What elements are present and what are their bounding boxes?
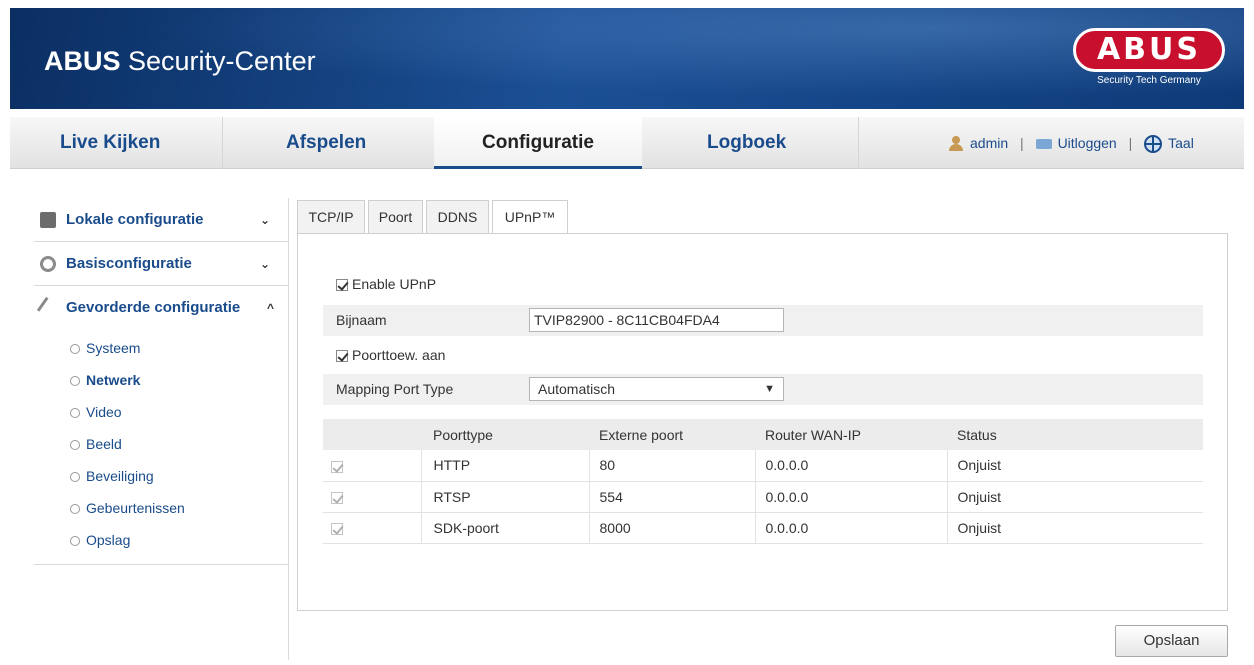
upnp-panel: Enable UPnP Bijnaam Poorttoew. aan Mappi… [297, 233, 1228, 611]
sidebar-sub-items: Systeem Netwerk Video Beeld Beveiliging … [34, 330, 288, 565]
status-cell: Onjuist [947, 481, 1203, 513]
port-type-cell: HTTP [421, 450, 590, 482]
status-cell: Onjuist [947, 450, 1203, 482]
nav-tab-log[interactable]: Logboek [707, 117, 786, 169]
port-type-cell: SDK-poort [421, 512, 590, 544]
wan-ip-cell: 0.0.0.0 [755, 450, 948, 482]
dropdown-arrow-icon: ▼ [764, 383, 775, 395]
chevron-down-icon: ⌄ [259, 213, 270, 227]
row-checkbox [331, 491, 343, 504]
table-row: SDK-poort 8000 0.0.0.0 Onjuist [323, 512, 1203, 544]
language-link[interactable]: Taal [1168, 135, 1194, 151]
nav-divider [858, 117, 859, 169]
chevron-down-icon: ⌄ [259, 257, 270, 271]
tab-upnp[interactable]: UPnP™ [492, 200, 568, 235]
row-checkbox [331, 522, 343, 535]
logo-text: ABUS [1073, 28, 1225, 72]
table-header-row: Poorttype Externe poort Router WAN-IP St… [323, 419, 1203, 450]
row-checkbox-cell [323, 450, 422, 482]
sidebar-item-video[interactable]: Video [34, 396, 288, 428]
table-row: HTTP 80 0.0.0.0 Onjuist [323, 450, 1203, 482]
monitor-icon [40, 212, 56, 228]
status-cell: Onjuist [947, 512, 1203, 544]
column-header: Poorttype [421, 419, 589, 450]
port-mapping-row: Poorttoew. aan [336, 340, 445, 370]
globe-icon [1144, 135, 1163, 154]
user-controls: admin | Uitloggen | Taal [948, 117, 1194, 169]
separator: | [1020, 135, 1024, 151]
row-checkbox [331, 460, 343, 473]
app-title-bold: ABUS [44, 46, 121, 76]
nav-tab-configuration[interactable]: Configuratie [434, 117, 642, 169]
sidebar-group-label: Basisconfiguratie [66, 255, 192, 272]
save-button[interactable]: Opslaan [1115, 625, 1228, 657]
alias-row: Bijnaam [323, 305, 1203, 336]
nav-tab-live[interactable]: Live Kijken [60, 117, 160, 169]
tab-tcpip[interactable]: TCP/IP [297, 200, 365, 234]
nav-tab-playback[interactable]: Afspelen [286, 117, 366, 169]
external-port-cell: 554 [589, 481, 756, 513]
logout-icon [1035, 139, 1052, 150]
chevron-up-icon: ^ [266, 301, 274, 315]
header-banner: ABUS Security-Center ABUS Security Tech … [10, 8, 1244, 109]
sidebar-item-image[interactable]: Beeld [34, 428, 288, 460]
mapping-type-value: Automatisch [538, 381, 616, 397]
external-port-cell: 80 [589, 450, 756, 482]
tab-ddns[interactable]: DDNS [426, 200, 489, 234]
enable-upnp-checkbox[interactable] [336, 279, 348, 292]
main-nav: Live Kijken Afspelen Configuratie Logboe… [10, 117, 1244, 169]
alias-input[interactable] [529, 308, 784, 332]
separator: | [1128, 135, 1133, 151]
nav-divider [222, 117, 223, 169]
table-row: RTSP 554 0.0.0.0 Onjuist [323, 481, 1203, 513]
tab-port[interactable]: Poort [368, 200, 423, 234]
sidebar-group-label: Lokale configuratie [66, 211, 204, 228]
app-title: ABUS Security-Center [44, 46, 316, 77]
port-mapping-label: Poorttoew. aan [352, 347, 446, 363]
sidebar-item-security[interactable]: Beveiliging [34, 460, 288, 492]
port-table: Poorttype Externe poort Router WAN-IP St… [323, 419, 1203, 544]
sidebar-item-network[interactable]: Netwerk [34, 364, 288, 396]
column-header: Externe poort [589, 419, 755, 450]
wrench-icon [36, 296, 60, 320]
sidebar-group-label: Gevorderde configuratie [66, 299, 241, 316]
logo-tagline: Security Tech Germany [1097, 75, 1201, 86]
alias-label: Bijnaam [336, 312, 387, 328]
enable-upnp-label: Enable UPnP [352, 276, 437, 292]
user-icon [948, 136, 964, 152]
sidebar-group-local[interactable]: Lokale configuratie ⌄ [34, 198, 288, 242]
gear-icon [40, 256, 56, 272]
row-checkbox-cell [323, 512, 422, 544]
sidebar-item-storage[interactable]: Opslag [34, 524, 288, 556]
external-port-cell: 8000 [589, 512, 756, 544]
sidebar-group-advanced[interactable]: Gevorderde configuratie ^ [34, 286, 288, 330]
sidebar-item-events[interactable]: Gebeurtenissen [34, 492, 288, 524]
wan-ip-cell: 0.0.0.0 [755, 512, 948, 544]
row-checkbox-cell [323, 481, 422, 513]
port-type-cell: RTSP [421, 481, 590, 513]
config-sidebar: Lokale configuratie ⌄ Basisconfiguratie … [34, 198, 288, 565]
app-title-rest: Security-Center [120, 46, 316, 76]
enable-upnp-row: Enable UPnP [336, 269, 436, 299]
column-header [323, 419, 421, 450]
sidebar-group-basic[interactable]: Basisconfiguratie ⌄ [34, 242, 288, 286]
column-header: Router WAN-IP [755, 419, 947, 450]
abus-logo: ABUS Security Tech Germany [1066, 22, 1232, 102]
wan-ip-cell: 0.0.0.0 [755, 481, 948, 513]
sidebar-divider [288, 198, 289, 660]
port-mapping-checkbox[interactable] [336, 350, 348, 363]
column-header: Status [947, 419, 1203, 450]
mapping-type-select[interactable]: Automatisch ▼ [529, 377, 784, 401]
logout-link[interactable]: Uitloggen [1058, 135, 1117, 151]
mapping-type-row: Mapping Port Type Automatisch ▼ [323, 374, 1203, 405]
sidebar-item-system[interactable]: Systeem [34, 332, 288, 364]
mapping-type-label: Mapping Port Type [336, 381, 454, 397]
user-name[interactable]: admin [970, 135, 1008, 151]
